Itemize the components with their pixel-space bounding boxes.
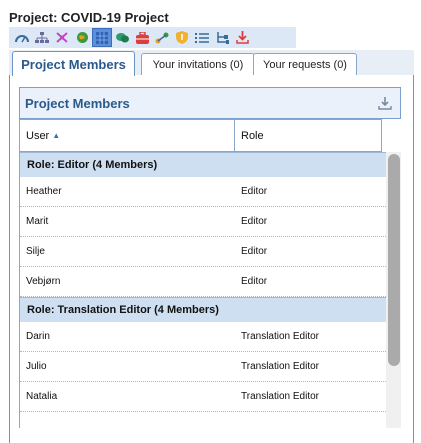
tab-your-requests[interactable]: Your requests (0) — [253, 53, 357, 75]
members-grid: User ▲ Role Role: Editor (4 Members) Hea… — [19, 119, 401, 428]
table-row[interactable]: Julio Translation Editor — [20, 352, 386, 382]
project-title: Project: COVID-19 Project — [9, 10, 169, 25]
user-cell: Vebjørn — [26, 276, 61, 287]
role-cell: Translation Editor — [241, 361, 319, 372]
tree-icon[interactable] — [212, 28, 232, 47]
list-icon[interactable] — [192, 28, 212, 47]
grid-rows: Role: Editor (4 Members) Heather Editor … — [20, 152, 386, 412]
column-header-user-label: User — [26, 129, 50, 142]
user-cell: Natalia — [26, 391, 58, 402]
user-cell: Silje — [26, 246, 45, 257]
table-row[interactable]: Silje Editor — [20, 237, 386, 267]
hierarchy-icon[interactable] — [32, 28, 52, 47]
table-row[interactable]: Vebjørn Editor — [20, 267, 386, 297]
role-cell: Editor — [241, 276, 268, 287]
project-toolbar — [9, 27, 296, 48]
column-header-role-label: Role — [241, 129, 264, 142]
group-row-translation-editor[interactable]: Role: Translation Editor (4 Members) — [20, 297, 386, 322]
panel-title: Project Members — [25, 95, 130, 111]
user-cell: Darin — [26, 331, 50, 342]
project-members-header: Project Members — [19, 87, 401, 119]
sort-ascending-icon: ▲ — [52, 131, 61, 140]
tab-project-members[interactable]: Project Members — [12, 51, 135, 76]
table-row[interactable]: Heather Editor — [20, 177, 386, 207]
globe-icon[interactable] — [72, 28, 92, 47]
user-cell: Marit — [26, 216, 49, 227]
user-cell: Julio — [26, 361, 47, 372]
role-cell: Editor — [241, 216, 268, 227]
tab-strip: Project Members Your invitations (0) You… — [9, 50, 414, 76]
shield-icon[interactable] — [172, 28, 192, 47]
download-icon[interactable] — [232, 28, 252, 47]
role-cell: Editor — [241, 246, 268, 257]
grid-icon[interactable] — [92, 28, 112, 47]
role-cell: Translation Editor — [241, 331, 319, 342]
role-cell: Translation Editor — [241, 391, 319, 402]
tools-icon[interactable] — [52, 28, 72, 47]
role-cell: Editor — [241, 186, 268, 197]
tab-your-invitations[interactable]: Your invitations (0) — [141, 53, 255, 75]
workflow-icon[interactable] — [152, 28, 172, 47]
column-header-user[interactable]: User ▲ — [20, 119, 235, 152]
table-row[interactable]: Darin Translation Editor — [20, 322, 386, 352]
export-icon[interactable] — [378, 96, 392, 113]
user-cell: Heather — [26, 186, 62, 197]
table-row[interactable]: Marit Editor — [20, 207, 386, 237]
briefcase-icon[interactable] — [132, 28, 152, 47]
table-row[interactable]: Natalia Translation Editor — [20, 382, 386, 412]
dashboard-icon[interactable] — [12, 28, 32, 47]
scrollbar-thumb[interactable] — [388, 154, 400, 366]
group-row-editor[interactable]: Role: Editor (4 Members) — [20, 152, 386, 177]
chat-icon[interactable] — [112, 28, 132, 47]
column-header-role[interactable]: Role — [235, 119, 382, 152]
grid-scrollbar[interactable] — [386, 152, 401, 428]
